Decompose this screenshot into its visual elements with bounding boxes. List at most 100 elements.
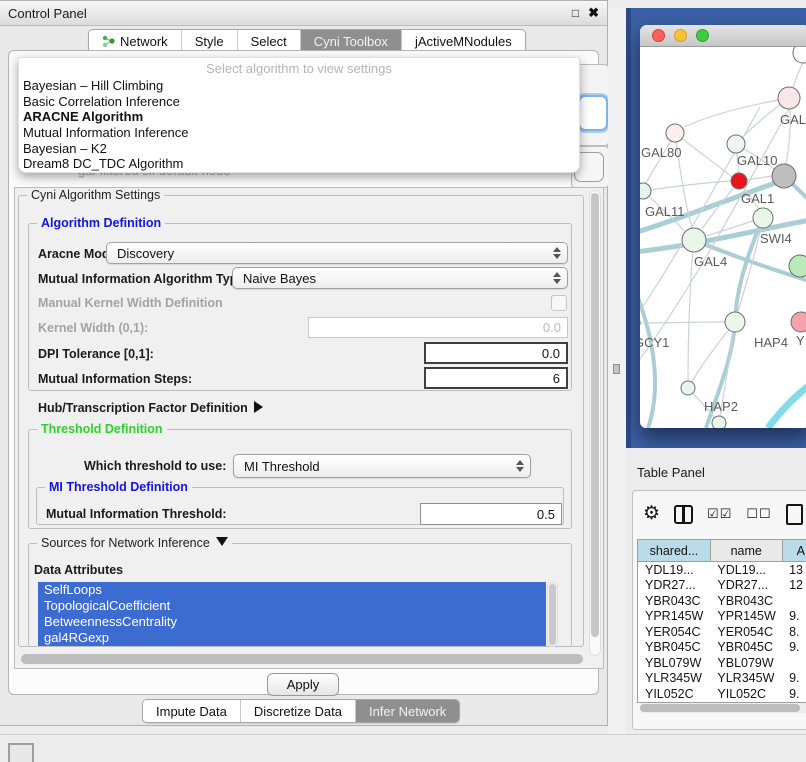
aracne-mode-combo[interactable]: Discovery bbox=[106, 242, 568, 264]
mi-threshold-value: 0.5 bbox=[537, 507, 555, 522]
collapsed-arrow-icon bbox=[254, 401, 263, 413]
settings-gear-icon[interactable]: ⚙ bbox=[643, 504, 660, 524]
document-icon[interactable] bbox=[786, 504, 803, 525]
tab-network-label: Network bbox=[120, 34, 168, 49]
algo-option-mutual-information-inference[interactable]: Mutual Information Inference bbox=[19, 125, 579, 141]
table-cell: 9. bbox=[782, 686, 806, 702]
node-label-gal1: GAL1 bbox=[741, 191, 774, 206]
panel-splitter[interactable] bbox=[608, 8, 626, 734]
table-row[interactable]: YLR345WYLR345W9. bbox=[638, 671, 806, 687]
mi-threshold-label: Mutual Information Threshold: bbox=[46, 507, 227, 521]
attribute-item-betweennesscentrality[interactable]: BetweennessCentrality bbox=[38, 614, 546, 630]
select-all-checkboxes-icon[interactable]: ☑☑ bbox=[707, 506, 732, 522]
network-node[interactable] bbox=[778, 87, 800, 109]
column-header-name[interactable]: name bbox=[710, 540, 782, 562]
close-window-icon[interactable]: ✖ bbox=[588, 5, 599, 21]
table-cell: YBR043C bbox=[638, 593, 710, 609]
mi-steps-field[interactable]: 6 bbox=[424, 367, 568, 389]
combo-stepper-icon bbox=[553, 247, 561, 259]
node-label-hap4: HAP4 bbox=[754, 335, 788, 350]
table-row[interactable]: YDR27...YDR27...12 bbox=[638, 578, 806, 594]
table-row[interactable]: YPR145WYPR145W9. bbox=[638, 609, 806, 625]
tab-select[interactable]: Select bbox=[238, 30, 301, 52]
bottom-tab-discretize-data[interactable]: Discretize Data bbox=[241, 700, 356, 722]
network-window-titlebar[interactable] bbox=[640, 25, 806, 47]
splitter-handle-icon[interactable] bbox=[613, 364, 620, 374]
table-cell: YDR27... bbox=[710, 578, 782, 594]
table-row[interactable]: YIL052CYIL052C9. bbox=[638, 686, 806, 702]
network-node[interactable] bbox=[789, 255, 806, 277]
attribute-item-gal4rgexp[interactable]: gal4RGexp bbox=[38, 630, 546, 646]
attribute-item-topologicalcoefficient[interactable]: TopologicalCoefficient bbox=[38, 598, 546, 614]
bottom-tabs: Impute Data Discretize Data Infer Network bbox=[142, 699, 460, 723]
network-node[interactable] bbox=[791, 312, 806, 332]
algorithm-dropdown-list: Select algorithm to view settings Bayesi… bbox=[18, 57, 580, 173]
network-view-window[interactable]: GALGAL80GAL10GAL1GAL11SWI4GAL4GCY1HAP4YH… bbox=[640, 25, 806, 428]
close-traffic-light-icon[interactable] bbox=[652, 29, 665, 42]
bottom-tab-discretize-data-label: Discretize Data bbox=[254, 704, 342, 719]
attribute-item-selfloops[interactable]: SelfLoops bbox=[38, 582, 546, 598]
table-cell: 8. bbox=[782, 624, 806, 640]
kernel-width-field[interactable]: 0.0 bbox=[308, 317, 568, 338]
table-row[interactable]: YDL19...YDL19...13 bbox=[638, 562, 806, 578]
bottom-tab-impute-data[interactable]: Impute Data bbox=[143, 700, 241, 722]
table-hscroll-thumb[interactable] bbox=[640, 704, 800, 712]
bottom-left-widget bbox=[8, 743, 34, 762]
attributes-scrollbar-thumb[interactable] bbox=[549, 584, 556, 645]
algo-option-bayesian-k2[interactable]: Bayesian – K2 bbox=[19, 141, 579, 157]
apply-button[interactable]: Apply bbox=[267, 673, 339, 696]
tab-style-label: Style bbox=[195, 34, 224, 49]
threshold-definition-title: Threshold Definition bbox=[37, 422, 167, 436]
tab-network[interactable]: Network bbox=[89, 30, 182, 52]
table-horizontal-scrollbar[interactable] bbox=[639, 703, 806, 713]
algo-option-basic-correlation-inference[interactable]: Basic Correlation Inference bbox=[19, 94, 579, 110]
network-graph[interactable]: GALGAL80GAL10GAL1GAL11SWI4GAL4GCY1HAP4YH… bbox=[640, 47, 806, 428]
network-node[interactable] bbox=[731, 173, 747, 189]
vertical-scrollbar[interactable] bbox=[589, 190, 601, 656]
cyni-algorithm-settings-title: Cyni Algorithm Settings bbox=[27, 188, 164, 202]
vertical-scrollbar-thumb[interactable] bbox=[591, 193, 599, 637]
tab-cyni-toolbox[interactable]: Cyni Toolbox bbox=[301, 30, 402, 52]
tab-jactivemnodules[interactable]: jActiveMNodules bbox=[402, 30, 525, 52]
float-window-icon[interactable]: □ bbox=[572, 6, 579, 20]
split-columns-icon[interactable] bbox=[674, 505, 693, 524]
combo-stepper-icon bbox=[553, 272, 561, 284]
table-row[interactable]: YBR045CYBR045C9. bbox=[638, 640, 806, 656]
attributes-scrollbar[interactable] bbox=[547, 582, 558, 647]
mi-threshold-field[interactable]: 0.5 bbox=[420, 503, 562, 525]
table-cell: 9. bbox=[782, 609, 806, 625]
algo-option-dream8-dc-tdc-algorithm[interactable]: Dream8 DC_TDC Algorithm bbox=[19, 156, 579, 172]
table-row[interactable]: YBR043CYBR043C bbox=[638, 593, 806, 609]
table-cell: 9. bbox=[782, 640, 806, 656]
sources-toggle[interactable]: Sources for Network Inference bbox=[37, 536, 232, 550]
which-threshold-combo[interactable]: MI Threshold bbox=[233, 454, 531, 478]
network-node[interactable] bbox=[725, 312, 745, 332]
minimize-traffic-light-icon[interactable] bbox=[674, 29, 687, 42]
horizontal-scrollbar[interactable] bbox=[19, 654, 585, 665]
tab-style[interactable]: Style bbox=[182, 30, 238, 52]
bottom-tab-infer-network[interactable]: Infer Network bbox=[356, 700, 459, 722]
network-node[interactable] bbox=[793, 47, 806, 63]
deselect-checkboxes-icon[interactable]: ☐☐ bbox=[746, 506, 771, 522]
dpi-tolerance-field[interactable]: 0.0 bbox=[424, 342, 568, 364]
network-node[interactable] bbox=[727, 135, 745, 153]
network-node[interactable] bbox=[681, 381, 695, 395]
network-node[interactable] bbox=[712, 416, 726, 428]
node-label-hap2: HAP2 bbox=[704, 399, 738, 414]
column-header-a[interactable]: A bbox=[782, 540, 806, 562]
algo-option-aracne-algorithm[interactable]: ARACNE Algorithm bbox=[19, 109, 579, 125]
table-row[interactable]: YER054CYER054C8. bbox=[638, 624, 806, 640]
network-node[interactable] bbox=[682, 228, 706, 252]
manual-kernel-checkbox[interactable] bbox=[551, 295, 567, 311]
hub-definition-toggle[interactable]: Hub/Transcription Factor Definition bbox=[38, 401, 263, 415]
table-row[interactable]: YBL079WYBL079W bbox=[638, 655, 806, 671]
horizontal-scrollbar-thumb[interactable] bbox=[21, 654, 583, 664]
algo-option-bayesian-hill-climbing[interactable]: Bayesian – Hill Climbing bbox=[19, 78, 579, 94]
mi-type-combo[interactable]: Naive Bayes bbox=[232, 267, 568, 289]
network-node[interactable] bbox=[640, 183, 651, 199]
network-node[interactable] bbox=[666, 124, 684, 142]
column-header-shared[interactable]: shared... bbox=[638, 540, 710, 562]
network-node[interactable] bbox=[753, 208, 773, 228]
zoom-traffic-light-icon[interactable] bbox=[696, 29, 709, 42]
kernel-width-value: 0.0 bbox=[543, 320, 561, 335]
